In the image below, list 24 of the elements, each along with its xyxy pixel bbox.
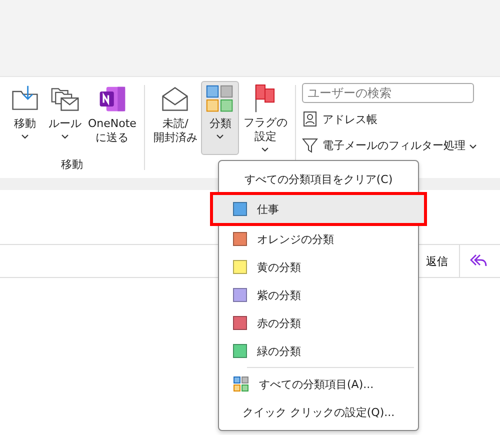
notebook-icon [97, 84, 128, 114]
ribbon-button[interactable]: 未読/ 開封済み [151, 81, 200, 155]
command-button[interactable]: アドレス帳 [302, 109, 478, 129]
menu-item[interactable]: 赤の分類 [219, 309, 418, 337]
ribbon-button[interactable]: 移動 [6, 81, 44, 155]
color-grid-icon [205, 84, 236, 114]
contact-card-icon [302, 111, 318, 127]
menu-item[interactable]: 紫の分類 [219, 281, 418, 309]
menu-item[interactable]: 緑の分類 [219, 337, 418, 365]
double-arrow-icon [468, 253, 488, 269]
menu-item[interactable]: クイック クリックの設定(Q)... [219, 398, 418, 426]
search-field[interactable]: ユーザーの検索 [302, 83, 474, 103]
ribbon-button[interactable]: OneNote に送る [86, 81, 138, 155]
command-button[interactable]: 電子メールのフィルター処理 [302, 135, 478, 155]
filter-icon [302, 137, 318, 153]
open-envelope-icon [160, 84, 190, 114]
ribbon-button[interactable]: フラグの 設定 [241, 81, 290, 155]
group-label: 移動 [61, 157, 84, 172]
menu-item[interactable]: すべての分類項目をクリア(C) [219, 165, 418, 193]
ribbon-button[interactable]: 分類 [201, 81, 240, 155]
menu-item[interactable]: 仕事 [213, 195, 424, 223]
color-grid-icon [233, 376, 249, 392]
menu-item[interactable]: すべての分類項目(A)... [219, 370, 418, 398]
ribbon-button[interactable]: ルール [46, 81, 84, 155]
